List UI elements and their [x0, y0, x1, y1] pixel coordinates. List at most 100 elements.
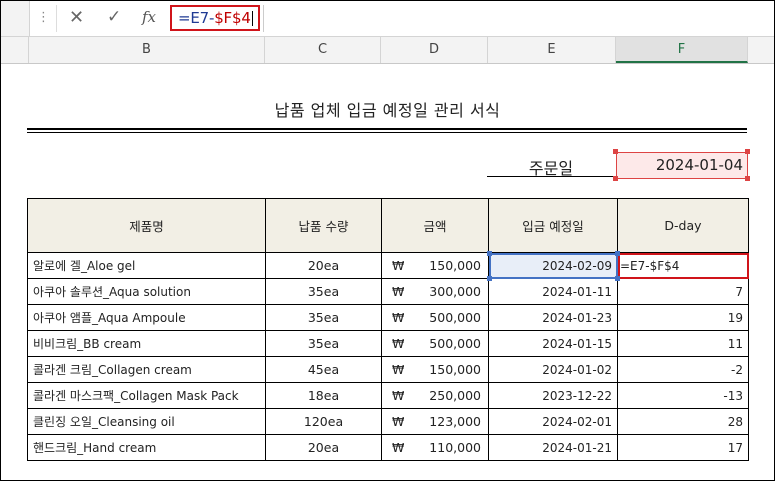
amount-value: 150,000 — [429, 258, 481, 273]
enter-check-icon[interactable]: ✓ — [107, 7, 121, 27]
quantity-cell[interactable]: 18ea — [265, 382, 382, 409]
payment-date-cell[interactable]: 2024-01-02 — [488, 356, 618, 383]
table-row: 콜라겐 마스크팩_Collagen Mask Pack 18ea ₩250,000 2… — [27, 382, 749, 409]
column-header-b[interactable]: B — [29, 37, 265, 63]
header-payment-date[interactable]: 입금 예정일 — [488, 198, 618, 253]
product-name-cell[interactable]: 콜라겐 크림_Collagen cream — [27, 356, 266, 383]
currency-symbol: ₩ — [392, 362, 405, 377]
text-cursor — [251, 11, 253, 26]
amount-value: 500,000 — [429, 310, 481, 325]
column-header-e[interactable]: E — [488, 37, 616, 63]
header-amount[interactable]: 금액 — [381, 198, 489, 253]
dday-cell[interactable]: 7 — [617, 278, 749, 305]
header-dday[interactable]: D-day — [617, 198, 749, 253]
column-header-d[interactable]: D — [381, 37, 488, 63]
currency-symbol: ₩ — [392, 388, 405, 403]
payment-date-cell[interactable]: 2024-01-11 — [488, 278, 618, 305]
product-name-cell[interactable]: 콜라겐 마스크팩_Collagen Mask Pack — [27, 382, 266, 409]
dday-cell[interactable]: 11 — [617, 330, 749, 357]
amount-value: 150,000 — [429, 362, 481, 377]
amount-cell[interactable]: ₩150,000 — [381, 252, 489, 279]
quantity-cell[interactable]: 20ea — [265, 434, 382, 461]
ref-handle-tr[interactable] — [745, 149, 750, 154]
header-quantity[interactable]: 납품 수량 — [265, 198, 382, 253]
amount-cell[interactable]: ₩150,000 — [381, 356, 489, 383]
dday-cell[interactable]: -2 — [617, 356, 749, 383]
quantity-cell[interactable]: 20ea — [265, 252, 382, 279]
currency-symbol: ₩ — [392, 414, 405, 429]
selection-handle[interactable] — [486, 250, 492, 256]
selection-handle[interactable] — [486, 275, 492, 281]
selection-handle[interactable] — [614, 275, 620, 281]
order-date-underline — [487, 176, 615, 177]
table-row: 핸드크림_Hand cream 20ea ₩110,000 2024-01-21 17 — [27, 434, 749, 461]
payment-date-cell[interactable]: 2024-01-15 — [488, 330, 618, 357]
formula-bar: ⋮ ✕ ✓ fx =E7-$F$4 — [1, 1, 774, 37]
product-name-cell[interactable]: 아쿠아 솔루션_Aqua solution — [27, 278, 266, 305]
order-date-cell[interactable]: 2024-01-04 — [616, 152, 748, 179]
dday-cell[interactable]: 17 — [617, 434, 749, 461]
product-name-cell[interactable]: 알로에 겔_Aloe gel — [27, 252, 266, 279]
payment-date-cell[interactable]: 2024-02-09 — [488, 252, 618, 279]
ref-handle-tl[interactable] — [613, 149, 618, 154]
payment-date-cell[interactable]: 2024-01-23 — [488, 304, 618, 331]
column-header-c[interactable]: C — [265, 37, 381, 63]
name-box-edge[interactable] — [1, 1, 30, 36]
dday-cell[interactable]: 19 — [617, 304, 749, 331]
quantity-cell[interactable]: 120ea — [265, 408, 382, 435]
dday-cell[interactable]: 28 — [617, 408, 749, 435]
payment-date-cell[interactable]: 2024-02-01 — [488, 408, 618, 435]
formula-input[interactable]: =E7-$F$4 — [178, 9, 253, 27]
amount-cell[interactable]: ₩500,000 — [381, 304, 489, 331]
header-product[interactable]: 제품명 — [27, 198, 266, 253]
table-row: 클린징 오일_Cleansing oil 120ea ₩123,000 2024-02… — [27, 408, 749, 435]
quantity-cell[interactable]: 35ea — [265, 304, 382, 331]
selection-handle[interactable] — [614, 250, 620, 256]
select-all-corner[interactable] — [1, 37, 29, 63]
product-name-cell[interactable]: 클린징 오일_Cleansing oil — [27, 408, 266, 435]
amount-cell[interactable]: ₩500,000 — [381, 330, 489, 357]
currency-symbol: ₩ — [392, 336, 405, 351]
amount-value: 110,000 — [429, 440, 481, 455]
amount-cell[interactable]: ₩110,000 — [381, 434, 489, 461]
amount-cell[interactable]: ₩300,000 — [381, 278, 489, 305]
cancel-icon[interactable]: ✕ — [69, 7, 84, 28]
amount-value: 123,000 — [429, 414, 481, 429]
amount-value: 300,000 — [429, 284, 481, 299]
title-underline-bottom — [27, 132, 747, 133]
product-name-cell[interactable]: 핸드크림_Hand cream — [27, 434, 266, 461]
quantity-cell[interactable]: 45ea — [265, 356, 382, 383]
currency-symbol: ₩ — [392, 440, 405, 455]
ref-handle-bl[interactable] — [613, 176, 618, 181]
insert-function-icon[interactable]: fx — [142, 8, 156, 26]
payment-date-cell[interactable]: 2024-01-21 — [488, 434, 618, 461]
table-row: 알로에 겔_Aloe gel 20ea ₩150,000 2024-02-09 =E7-… — [27, 252, 749, 279]
formula-absolute-ref: $F$4 — [214, 9, 251, 27]
table-row: 아쿠아 앰플_Aqua Ampoule 35ea ₩500,000 2024-01-2… — [27, 304, 749, 331]
sheet-title[interactable]: 납품 업체 입금 예정일 관리 서식 — [1, 97, 774, 121]
table-row: 아쿠아 솔루션_Aqua solution 35ea ₩300,000 2024-01… — [27, 278, 749, 305]
product-name-cell[interactable]: 아쿠아 앰플_Aqua Ampoule — [27, 304, 266, 331]
currency-symbol: ₩ — [392, 310, 405, 325]
table-header-row: 제품명 납품 수량 금액 입금 예정일 D-day — [27, 198, 749, 253]
delivery-table: 제품명 납품 수량 금액 입금 예정일 D-day 알로에 겔_Aloe gel… — [27, 198, 749, 461]
table-row: 콜라겐 크림_Collagen cream 45ea ₩150,000 2024-01… — [27, 356, 749, 383]
payment-date-cell[interactable]: 2023-12-22 — [488, 382, 618, 409]
quantity-cell[interactable]: 35ea — [265, 330, 382, 357]
amount-value: 500,000 — [429, 336, 481, 351]
ref-handle-br[interactable] — [745, 176, 750, 181]
table-body: 알로에 겔_Aloe gel 20ea ₩150,000 2024-02-09 =E7-… — [27, 252, 749, 461]
amount-value: 250,000 — [429, 388, 481, 403]
dday-cell[interactable]: =E7-$F$4 — [617, 252, 749, 279]
column-header-bar: B C D E F — [1, 37, 774, 64]
column-header-f[interactable]: F — [616, 37, 748, 63]
amount-cell[interactable]: ₩123,000 — [381, 408, 489, 435]
divider — [56, 5, 57, 32]
title-underline-top — [27, 128, 747, 130]
dday-cell[interactable]: -13 — [617, 382, 749, 409]
more-options-icon[interactable]: ⋮ — [37, 10, 50, 25]
amount-cell[interactable]: ₩250,000 — [381, 382, 489, 409]
quantity-cell[interactable]: 35ea — [265, 278, 382, 305]
formula-prefix: =E7- — [178, 9, 215, 27]
product-name-cell[interactable]: 비비크림_BB cream — [27, 330, 266, 357]
